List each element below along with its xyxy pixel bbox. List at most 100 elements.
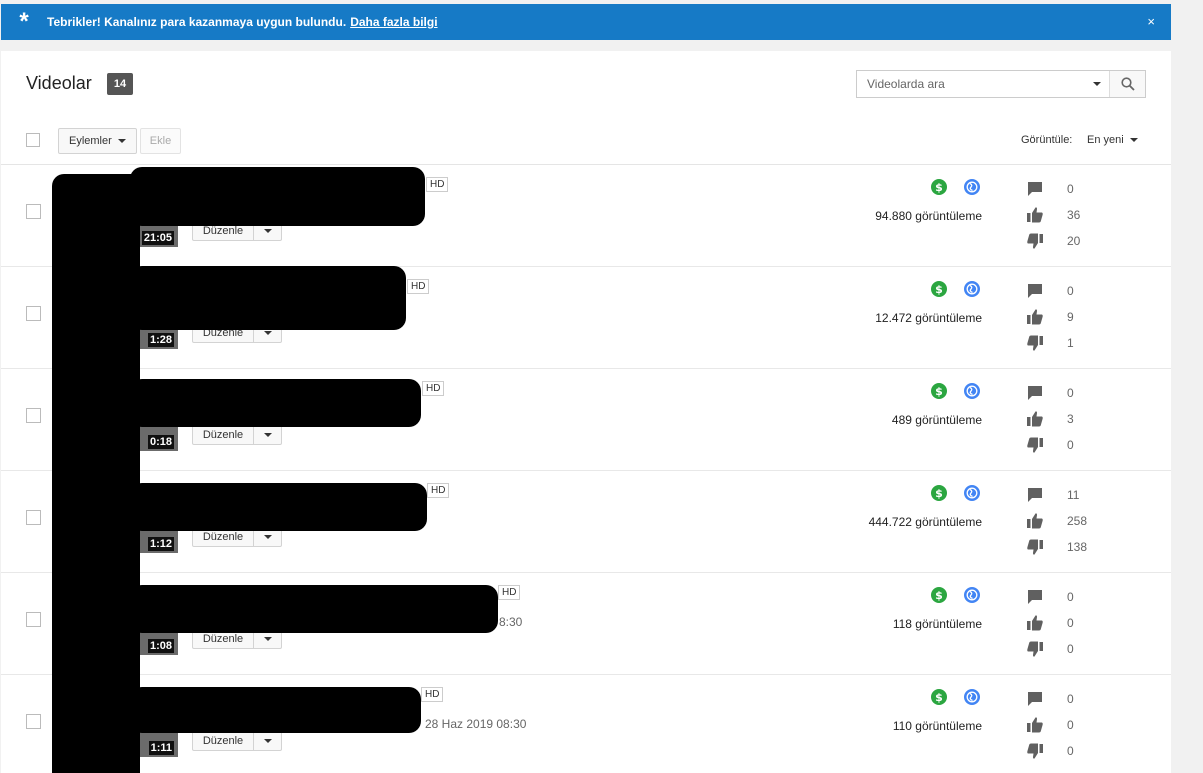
select-all-checkbox[interactable] <box>26 133 40 147</box>
chevron-down-icon <box>263 331 272 335</box>
svg-text:$: $ <box>935 589 943 602</box>
comment-count: 0 <box>1067 590 1074 604</box>
comment-icon[interactable] <box>1026 690 1044 708</box>
monetization-icon[interactable]: $ <box>931 689 947 705</box>
svg-text:$: $ <box>935 385 943 398</box>
banner-message: Tebrikler! Kanalınız para kazanmaya uygu… <box>47 15 347 29</box>
search-button[interactable] <box>1109 71 1145 97</box>
globe-icon[interactable] <box>964 281 980 297</box>
chevron-down-icon <box>263 229 272 233</box>
monetization-icon[interactable]: $ <box>931 485 947 501</box>
dislike-count: 20 <box>1067 234 1081 248</box>
dislike-count: 0 <box>1067 438 1074 452</box>
search-options-dropdown[interactable] <box>1085 71 1109 97</box>
thumbs-up-icon[interactable] <box>1026 410 1044 428</box>
video-checkbox[interactable] <box>26 408 41 423</box>
edit-options-button[interactable] <box>254 732 281 750</box>
sort-label: Görüntüle: <box>1021 134 1073 146</box>
monetization-icon[interactable]: $ <box>931 281 947 297</box>
comment-icon[interactable] <box>1026 282 1044 300</box>
thumbs-down-icon[interactable] <box>1026 742 1044 760</box>
like-count: 3 <box>1067 412 1074 426</box>
view-count: 12.472 görüntüleme <box>875 311 982 325</box>
video-date: 28 Haz 2019 08:30 <box>425 717 527 731</box>
svg-text:$: $ <box>935 181 943 194</box>
chevron-down-icon <box>263 535 272 539</box>
monetization-icon[interactable]: $ <box>931 383 947 399</box>
monetization-icon[interactable]: $ <box>931 587 947 603</box>
edit-button[interactable]: Düzenle <box>193 426 254 444</box>
chevron-down-icon <box>263 637 272 641</box>
video-duration: 1:12 <box>147 537 174 551</box>
globe-icon[interactable] <box>964 179 980 195</box>
chevron-down-icon <box>263 433 272 437</box>
svg-text:$: $ <box>935 283 943 296</box>
chevron-down-icon <box>117 139 126 143</box>
video-checkbox[interactable] <box>26 714 41 729</box>
dislike-count: 1 <box>1067 336 1074 350</box>
redaction-mark <box>130 167 425 226</box>
edit-button[interactable]: Düzenle <box>193 732 254 750</box>
like-count: 36 <box>1067 208 1081 222</box>
search-input[interactable] <box>857 71 1085 97</box>
globe-icon[interactable] <box>964 383 980 399</box>
hd-badge: HD <box>427 483 450 498</box>
hd-badge: HD <box>421 687 444 702</box>
globe-icon[interactable] <box>964 485 980 501</box>
video-checkbox[interactable] <box>26 510 41 525</box>
redaction-mark <box>130 483 427 531</box>
edit-options-button[interactable] <box>254 426 281 444</box>
dislike-count: 0 <box>1067 744 1074 758</box>
thumbs-up-icon[interactable] <box>1026 512 1044 530</box>
like-count: 258 <box>1067 514 1088 528</box>
learn-more-link[interactable]: Daha fazla bilgi <box>350 15 437 29</box>
add-button: Ekle <box>140 128 181 154</box>
globe-icon[interactable] <box>964 689 980 705</box>
sort-dropdown[interactable]: En yeni <box>1087 134 1138 146</box>
thumbs-down-icon[interactable] <box>1026 538 1044 556</box>
search-icon <box>1120 77 1135 91</box>
edit-button-group: Düzenle <box>192 425 282 445</box>
comment-icon[interactable] <box>1026 384 1044 402</box>
chevron-down-icon <box>1093 82 1101 86</box>
edit-button-group: Düzenle <box>192 731 282 751</box>
asterisk-icon: * <box>19 8 29 35</box>
thumbs-down-icon[interactable] <box>1026 640 1044 658</box>
chevron-down-icon <box>1129 138 1138 142</box>
monetization-icon[interactable]: $ <box>931 179 947 195</box>
comment-icon[interactable] <box>1026 180 1044 198</box>
thumbs-down-icon[interactable] <box>1026 334 1044 352</box>
like-count: 0 <box>1067 616 1074 630</box>
video-count-badge: 14 <box>107 73 133 95</box>
comment-count: 0 <box>1067 386 1074 400</box>
video-checkbox[interactable] <box>26 204 41 219</box>
thumbs-down-icon[interactable] <box>1026 232 1044 250</box>
comment-icon[interactable] <box>1026 588 1044 606</box>
thumbs-up-icon[interactable] <box>1026 614 1044 632</box>
actions-button[interactable]: Eylemler <box>58 128 137 154</box>
like-count: 9 <box>1067 310 1074 324</box>
videos-panel: Videolar 14 Eylemler Ekle Görüntüle: En … <box>1 51 1171 773</box>
video-checkbox[interactable] <box>26 612 41 627</box>
svg-text:$: $ <box>935 487 943 500</box>
close-icon[interactable]: × <box>1147 4 1155 40</box>
thumbs-up-icon[interactable] <box>1026 206 1044 224</box>
comment-count: 11 <box>1067 488 1080 502</box>
video-checkbox[interactable] <box>26 306 41 321</box>
monetization-banner: * Tebrikler! Kanalınız para kazanmaya uy… <box>1 4 1171 40</box>
comment-icon[interactable] <box>1026 486 1044 504</box>
thumbs-down-icon[interactable] <box>1026 436 1044 454</box>
page-title: Videolar <box>26 73 92 93</box>
thumbs-up-icon[interactable] <box>1026 308 1044 326</box>
video-search <box>856 70 1146 98</box>
comment-count: 0 <box>1067 284 1074 298</box>
thumbs-up-icon[interactable] <box>1026 716 1044 734</box>
globe-icon[interactable] <box>964 587 980 603</box>
video-date: 8:30 <box>499 615 523 629</box>
sort-value: En yeni <box>1087 134 1124 146</box>
hd-badge: HD <box>422 381 445 396</box>
view-count: 118 görüntüleme <box>892 617 982 631</box>
view-count: 110 görüntüleme <box>892 719 982 733</box>
hd-badge: HD <box>498 585 521 600</box>
comment-count: 0 <box>1067 692 1074 706</box>
